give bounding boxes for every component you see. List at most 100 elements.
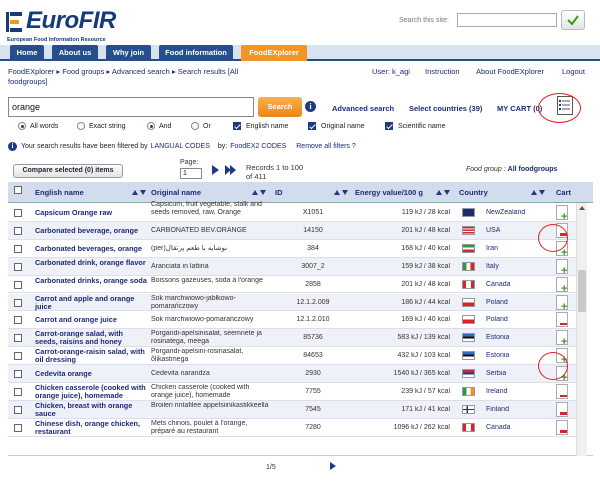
table-row[interactable]: Carrot-orange salad, with seeds, raisins… [8, 329, 578, 348]
english-name-link[interactable]: Chicken, breast with orange sauce [35, 402, 147, 418]
row-checkbox[interactable] [14, 334, 22, 343]
checkbox-english-name[interactable] [233, 122, 241, 130]
header-id[interactable]: ID [275, 182, 283, 203]
option-scientific-name[interactable]: Scientific name [385, 122, 445, 130]
remove-from-cart-icon[interactable] [556, 312, 568, 328]
option-english-name[interactable]: English name [233, 122, 288, 130]
radio-or[interactable] [191, 122, 199, 130]
radio-exact-string[interactable] [77, 122, 85, 130]
logo-text[interactable]: EuroFIR [26, 7, 116, 35]
header-country[interactable]: Country [459, 182, 488, 203]
table-row[interactable]: Carbonated beverage, orange CARBONATED B… [8, 221, 578, 240]
breadcrumb-food-groups[interactable]: Food groups [62, 67, 104, 76]
english-name-link[interactable]: Cedevita orange [35, 370, 147, 378]
select-all-checkbox[interactable] [14, 186, 22, 194]
row-checkbox[interactable] [14, 244, 22, 253]
foodex2-codes-link[interactable]: FoodEX2 CODES [230, 143, 286, 150]
my-cart-link[interactable]: MY CART (0) [497, 104, 542, 113]
table-row[interactable]: Cedevita orange Cedevita narandza 2930 1… [8, 365, 578, 383]
next-page-icon[interactable] [212, 165, 219, 175]
langual-codes-link[interactable]: LANGUAL CODES [151, 143, 210, 150]
radio-and[interactable] [147, 122, 155, 130]
remove-from-cart-icon[interactable] [556, 401, 568, 417]
select-countries-link[interactable]: Select countries (39) [409, 104, 482, 113]
english-name-link[interactable]: Carrot-orange salad, with seeds, raisins… [35, 330, 147, 346]
option-original-name[interactable]: Original name [308, 122, 365, 130]
breadcrumb-advanced-search[interactable]: Advanced search [112, 67, 170, 76]
option-and[interactable]: And [147, 122, 171, 130]
row-checkbox[interactable] [14, 352, 22, 361]
table-row[interactable]: Chinese dish, orange chicken, restaurant… [8, 419, 578, 437]
row-checkbox[interactable] [14, 388, 22, 396]
add-to-cart-icon[interactable]: + [556, 276, 568, 292]
header-energy[interactable]: Energy value/100 g [355, 182, 423, 203]
table-row[interactable]: Carbonated drinks, orange soda Boissons … [8, 276, 578, 294]
sort-country-icon[interactable] [531, 189, 547, 196]
row-checkbox[interactable] [14, 209, 22, 217]
row-checkbox[interactable] [14, 280, 22, 289]
row-checkbox[interactable] [14, 370, 22, 379]
checkbox-original-name[interactable] [308, 122, 316, 130]
english-name-link[interactable]: Carbonated drink, orange flavor [35, 259, 147, 267]
checkbox-scientific-name[interactable] [385, 122, 393, 130]
row-checkbox[interactable] [14, 405, 22, 414]
table-row[interactable]: Capsicum Orange raw Capsicum, fruit vege… [8, 201, 578, 222]
row-checkbox[interactable] [14, 226, 22, 235]
site-search-input[interactable] [457, 13, 557, 27]
option-exact-string[interactable]: Exact string [77, 122, 126, 130]
english-name-link[interactable]: Carrot and orange juice [35, 316, 147, 324]
remove-from-cart-icon[interactable] [556, 384, 568, 399]
row-checkbox[interactable] [14, 298, 22, 307]
row-checkbox[interactable] [14, 262, 22, 271]
logout-link[interactable]: Logout [562, 67, 585, 76]
english-name-link[interactable]: Chinese dish, orange chicken, restaurant [35, 420, 147, 436]
add-to-cart-icon[interactable]: + [556, 258, 568, 274]
remove-filters-link[interactable]: Remove all filters ? [296, 143, 356, 150]
info-icon[interactable]: i [305, 101, 316, 112]
search-button[interactable]: Search [258, 97, 302, 117]
option-all-words[interactable]: All words [18, 122, 58, 130]
sort-energy-icon[interactable] [436, 189, 452, 196]
table-row[interactable]: Carrot and orange juice Sok marchwiowo-p… [8, 311, 578, 330]
english-name-link[interactable]: Chicken casserole (cooked with orange ju… [35, 384, 147, 400]
foodgroup-value[interactable]: All foodgroups [508, 166, 558, 173]
table-row[interactable]: Carrot and apple and orange juice Sok ma… [8, 293, 578, 312]
english-name-link[interactable]: Carbonated beverage, orange [35, 227, 147, 235]
sort-original-icon[interactable] [252, 189, 268, 196]
nav-why-join[interactable]: Why join [106, 45, 151, 61]
food-search-input[interactable]: orange [8, 97, 254, 117]
header-english-name[interactable]: English name [35, 182, 84, 203]
english-name-link[interactable]: Capsicum Orange raw [35, 209, 147, 217]
sort-english-icon[interactable] [132, 189, 148, 196]
scroll-up-icon[interactable] [579, 206, 585, 210]
nav-home[interactable]: Home [10, 45, 44, 61]
table-row[interactable]: Carrot-orange-raisin salad, with oil dre… [8, 347, 578, 366]
breadcrumb-foodexplorer[interactable]: FoodEXplorer [8, 67, 54, 76]
advanced-search-link[interactable]: Advanced search [332, 104, 394, 113]
table-row[interactable]: Carbonated drink, orange flavor Aranciat… [8, 257, 578, 276]
header-original-name[interactable]: Original name [151, 182, 201, 203]
table-scrollbar[interactable] [576, 203, 587, 456]
nav-about-us[interactable]: About us [52, 45, 98, 61]
table-row[interactable]: Carbonated beverages, orange (per)نوشابه… [8, 240, 578, 258]
remove-from-cart-icon[interactable] [556, 419, 568, 435]
about-foodexplorer-link[interactable]: About FoodEXplorer [476, 67, 544, 76]
add-to-cart-icon[interactable]: + [556, 330, 568, 346]
row-checkbox[interactable] [14, 316, 22, 325]
radio-all-words[interactable] [18, 122, 26, 130]
add-to-cart-icon[interactable]: + [556, 205, 568, 220]
nav-foodexplorer[interactable]: FoodEXplorer [241, 45, 307, 61]
pager-next-icon[interactable] [330, 462, 336, 470]
english-name-link[interactable]: Carbonated beverages, orange [35, 245, 147, 253]
table-row[interactable]: Chicken, breast with orange sauce Broile… [8, 400, 578, 419]
page-select[interactable]: 1 [180, 168, 202, 179]
english-name-link[interactable]: Carbonated drinks, orange soda [35, 277, 147, 285]
nav-food-information[interactable]: Food information [159, 45, 233, 61]
scrollbar-thumb[interactable] [578, 270, 586, 312]
english-name-link[interactable]: Carrot-orange-raisin salad, with oil dre… [35, 348, 147, 364]
compare-selected-button[interactable]: Compare selected (0) items [13, 164, 123, 178]
sort-id-icon[interactable] [334, 189, 350, 196]
table-row[interactable]: Chicken casserole (cooked with orange ju… [8, 383, 578, 401]
row-checkbox[interactable] [14, 423, 22, 432]
site-search-button[interactable] [561, 10, 585, 30]
